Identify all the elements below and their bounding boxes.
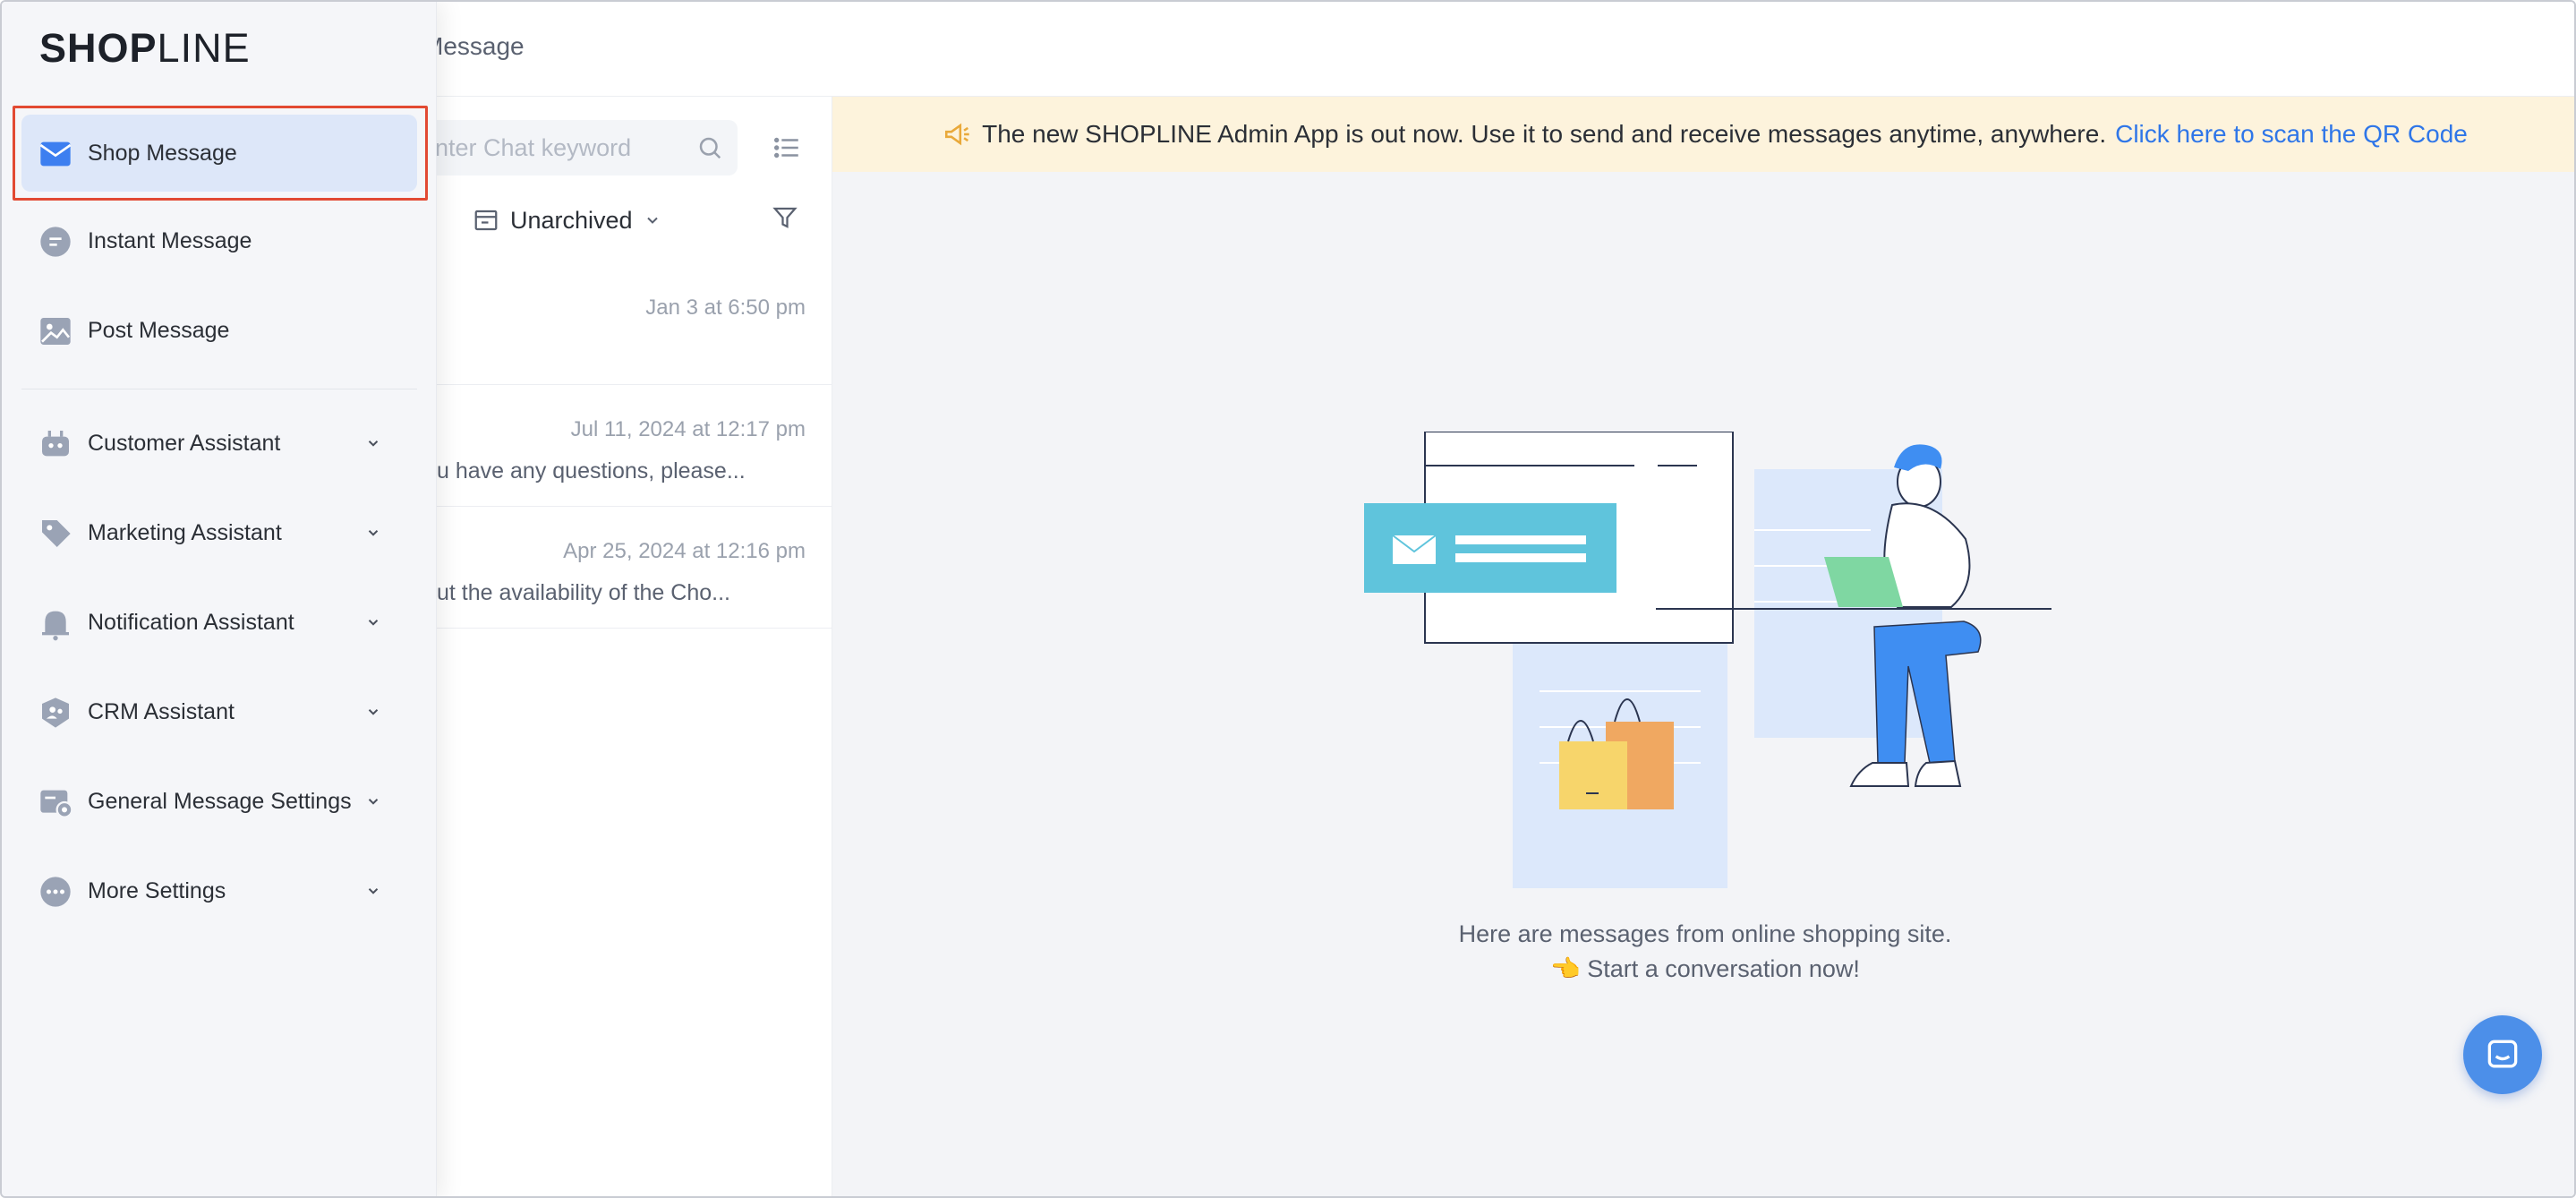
archive-filter-dropdown[interactable]: Unarchived [473, 202, 661, 238]
conversation-item[interactable]: Apr 25, 2024 at 12:16 pm ut the availabi… [437, 507, 832, 629]
sidebar-item-general-message-settings[interactable]: General Message Settings [21, 763, 417, 840]
search-box[interactable]: Enter Chat keyword [419, 120, 738, 175]
conversation-preview: u have any questions, please... [437, 458, 746, 483]
conversation-time: Jan 3 at 6:50 pm [645, 295, 806, 320]
message-main-area: The new SHOPLINE Admin App is out now. U… [832, 97, 2574, 1196]
announcement-banner: The new SHOPLINE Admin App is out now. U… [832, 97, 2574, 172]
list-view-icon[interactable] [772, 133, 802, 163]
chat-icon [2487, 1040, 2518, 1068]
shopline-logo: SHOPLINE [39, 25, 251, 71]
filter-icon[interactable] [772, 204, 798, 231]
bell-icon [42, 611, 69, 641]
support-chat-button[interactable] [2463, 1015, 2542, 1094]
conversation-time: Apr 25, 2024 at 12:16 pm [563, 539, 806, 563]
sidebar-item-label: Post Message [88, 318, 230, 343]
image-icon [40, 318, 71, 345]
sidebar-item-label: General Message Settings [88, 789, 352, 814]
chat-bubble-icon [40, 227, 71, 257]
selection-highlight [13, 106, 428, 201]
conversation-time: Jul 11, 2024 at 12:17 pm [570, 417, 806, 441]
sidebar-item-label: More Settings [88, 878, 226, 903]
sidebar-item-more-settings[interactable]: More Settings [21, 852, 417, 929]
sidebar-item-label: CRM Assistant [88, 699, 235, 724]
sidebar-item-post-message[interactable]: Post Message [21, 292, 417, 369]
page-title: Message [422, 32, 525, 60]
search-input[interactable]: Enter Chat keyword [419, 134, 631, 162]
chevron-down-icon [368, 530, 379, 536]
app-window: Message Enter Chat keyword Unarchived Ja… [0, 0, 2576, 1198]
tag-icon [42, 520, 71, 547]
chevron-down-icon [368, 709, 379, 715]
scan-qr-code-link[interactable]: Click here to scan the QR Code [2115, 120, 2468, 149]
conversation-item[interactable]: Jan 3 at 6:50 pm [437, 263, 832, 385]
sidebar-item-customer-assistant[interactable]: Customer Assistant [21, 405, 417, 482]
search-icon[interactable] [696, 134, 723, 161]
chevron-down-icon [368, 620, 379, 626]
megaphone-icon [945, 123, 969, 146]
crm-shield-icon [42, 697, 69, 728]
archive-filter-label: Unarchived [510, 206, 633, 234]
settings-card-icon [40, 790, 73, 818]
robot-icon [42, 431, 69, 457]
chevron-down-icon [368, 799, 379, 805]
chevron-down-icon [368, 441, 379, 447]
sidebar-item-label: Notification Assistant [88, 610, 294, 635]
sidebar-item-label: Instant Message [88, 228, 252, 253]
archive-icon [474, 210, 498, 231]
empty-state-message: Here are messages from online shopping s… [1458, 920, 1952, 947]
sidebar-item-instant-message[interactable]: Instant Message [21, 202, 417, 279]
conversation-preview: ut the availability of the Cho... [437, 580, 730, 605]
sidebar-menu: SHOPLINE Shop Message Instant Message Po… [2, 2, 437, 1196]
banner-text: The new SHOPLINE Admin App is out now. U… [982, 120, 2107, 148]
conversation-list-panel: Enter Chat keyword Unarchived Jan 3 at 6… [419, 97, 832, 1196]
sidebar-item-notification-assistant[interactable]: Notification Assistant [21, 584, 417, 661]
sidebar-item-label: Customer Assistant [88, 431, 281, 456]
empty-state-hint: 👈 Start a conversation now! [1550, 955, 1860, 982]
empty-state-illustration [1364, 432, 2051, 888]
sidebar-item-marketing-assistant[interactable]: Marketing Assistant [21, 494, 417, 571]
sidebar-item-label: Marketing Assistant [88, 520, 282, 545]
chevron-down-icon [646, 217, 658, 224]
conversation-item[interactable]: Jul 11, 2024 at 12:17 pm u have any ques… [437, 385, 832, 507]
sidebar-item-crm-assistant[interactable]: CRM Assistant [21, 673, 417, 750]
more-icon [40, 877, 71, 907]
chevron-down-icon [368, 888, 379, 894]
